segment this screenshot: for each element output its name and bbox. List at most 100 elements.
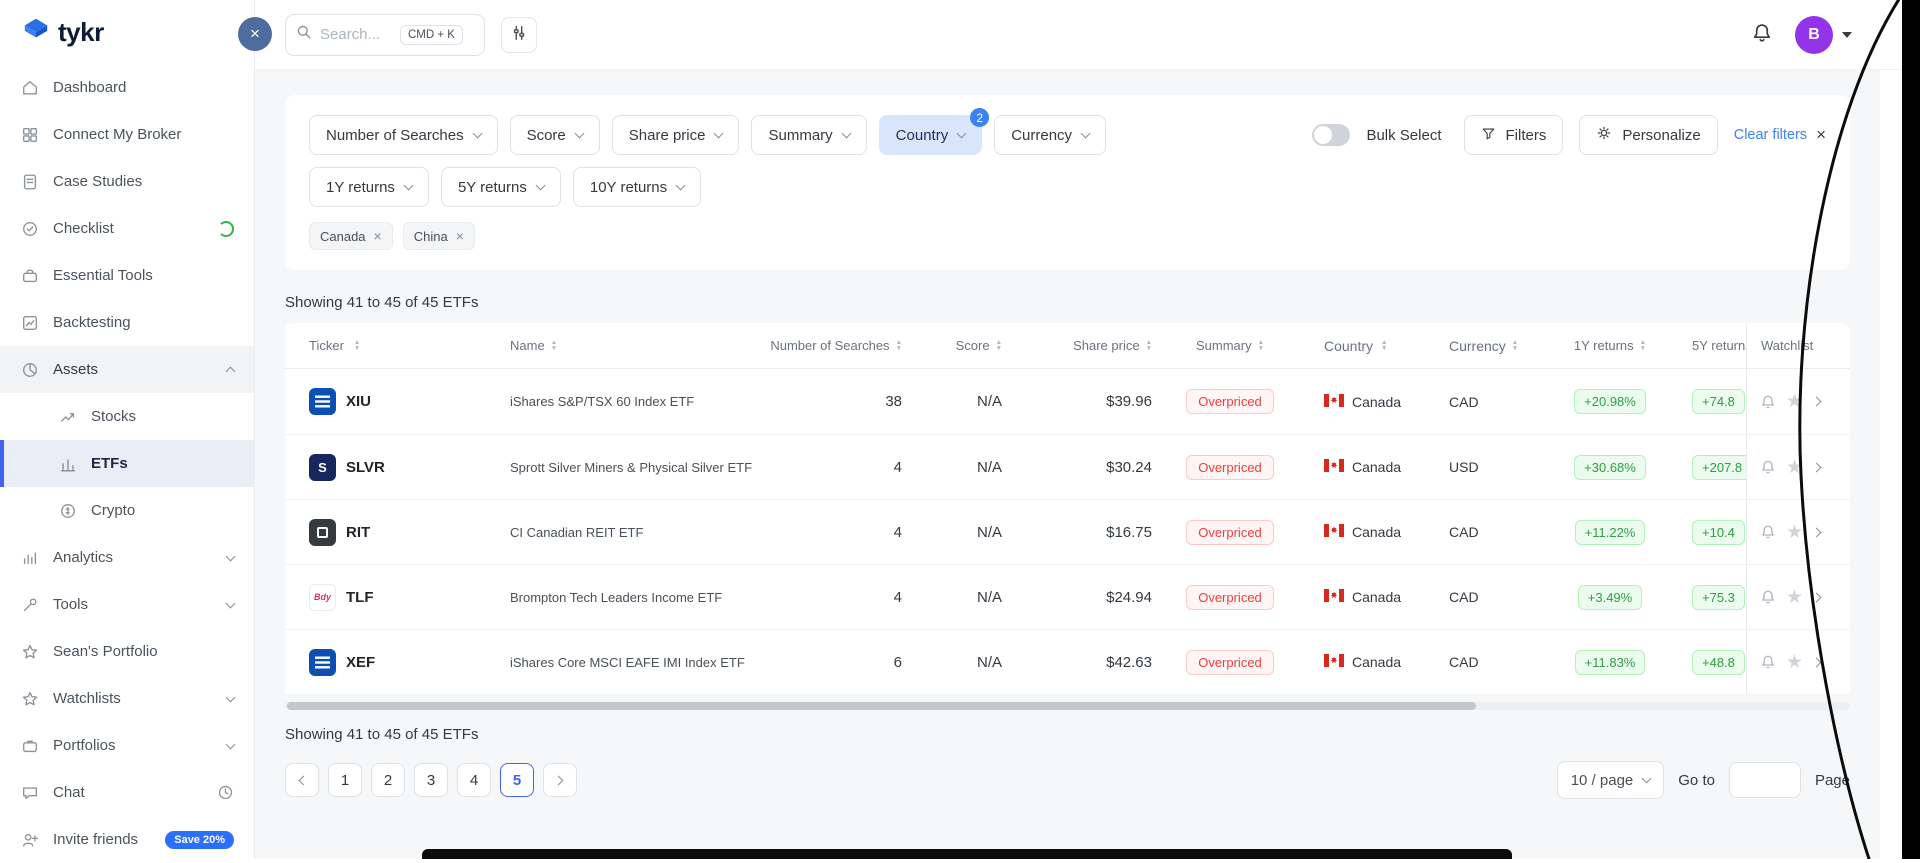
previous-page-button[interactable]	[285, 763, 319, 797]
sidebar-item-invite-friends[interactable]: Invite friends Save 20%	[0, 816, 254, 863]
sort-icon[interactable]: ▲▼	[551, 339, 557, 352]
page-4-button[interactable]: 4	[457, 763, 491, 797]
bulk-select-label: Bulk Select	[1366, 126, 1442, 144]
filter-1y-returns[interactable]: 1Y returns	[309, 167, 429, 207]
column-header-currency[interactable]: Currency ▲ ▼	[1425, 323, 1540, 368]
filter-label: Share price	[628, 126, 706, 144]
active-filter-tag-canada[interactable]: Canada ×	[309, 222, 393, 250]
column-header-summary[interactable]: Summary ▲ ▼	[1160, 323, 1300, 368]
sort-icon[interactable]: ▲▼	[896, 339, 902, 352]
sort-icon[interactable]: ▲▼	[354, 339, 360, 352]
sidebar-item-etfs[interactable]: ETFs	[0, 440, 254, 487]
sidebar-item-chat[interactable]: Chat	[0, 769, 254, 816]
filter-country[interactable]: Country 2	[878, 108, 990, 155]
column-header-score[interactable]: Score ▲ ▼	[910, 323, 1010, 368]
filter-10y-returns[interactable]: 10Y returns	[572, 167, 702, 207]
page-5-button[interactable]: 5	[500, 763, 534, 797]
sidebar-item-label: Essential Tools	[53, 267, 153, 284]
filter-currency[interactable]: Currency	[994, 115, 1107, 155]
sidebar-item-checklist[interactable]: Checklist	[0, 205, 254, 252]
close-icon[interactable]: ×	[374, 228, 382, 244]
alert-bell-icon[interactable]	[1760, 459, 1776, 475]
row-expand-chevron-icon[interactable]	[1811, 462, 1822, 472]
chevron-up-icon	[225, 364, 236, 377]
sidebar-item-crypto[interactable]: Crypto	[0, 487, 254, 534]
table-row[interactable]: XEF iShares Core MSCI EAFE IMI Index ETF…	[285, 629, 1850, 694]
filter-score[interactable]: Score	[509, 115, 600, 155]
sidebar-item-stocks[interactable]: Stocks	[0, 393, 254, 440]
alert-bell-icon[interactable]	[1760, 524, 1776, 540]
chat-bubble-icon	[20, 783, 40, 803]
close-icon[interactable]: ×	[456, 228, 464, 244]
row-expand-chevron-icon[interactable]	[1811, 396, 1822, 407]
alert-bell-icon[interactable]	[1760, 394, 1776, 410]
scrollbar-thumb[interactable]	[287, 702, 1477, 710]
next-page-button[interactable]	[543, 763, 577, 797]
column-header-1y-returns[interactable]: 1Y returns ▲ ▼	[1540, 323, 1680, 368]
column-header-name[interactable]: Name ▲ ▼	[470, 323, 760, 368]
sidebar-item-backtesting[interactable]: Backtesting	[0, 299, 254, 346]
sort-icon[interactable]: ▲▼	[1512, 339, 1518, 352]
collapse-sidebar-button[interactable]: ×	[238, 17, 272, 51]
notifications-button[interactable]	[1751, 22, 1773, 47]
search-input[interactable]	[320, 26, 392, 43]
table-row[interactable]: Bdy TLF Brompton Tech Leaders Income ETF …	[285, 564, 1850, 629]
sidebar-item-connect-my-broker[interactable]: Connect My Broker	[0, 111, 254, 158]
sort-icon[interactable]: ▲▼	[1381, 339, 1387, 352]
clear-filters-button[interactable]: Clear filters ×	[1734, 125, 1826, 145]
column-header-number-of-searches[interactable]: Number of Searches ▲ ▼	[760, 323, 910, 368]
sidebar-item-analytics[interactable]: Analytics	[0, 534, 254, 581]
sort-icon[interactable]: ▲▼	[1258, 339, 1264, 352]
watchlist-star-icon[interactable]: ★	[1786, 523, 1803, 542]
sidebar-item-watchlists[interactable]: Watchlists	[0, 675, 254, 722]
table-row[interactable]: S SLVR Sprott Silver Miners & Physical Si…	[285, 434, 1850, 499]
page-size-select[interactable]: 10 / page	[1556, 761, 1665, 799]
sidebar-item-tools[interactable]: Tools	[0, 581, 254, 628]
chevron-down-icon	[225, 551, 236, 561]
personalize-button[interactable]: Personalize	[1579, 115, 1718, 155]
watchlist-star-icon[interactable]: ★	[1786, 458, 1803, 477]
sidebar-item-portfolios[interactable]: Portfolios	[0, 722, 254, 769]
horizontal-scrollbar[interactable]	[285, 702, 1850, 710]
column-header-country[interactable]: Country ▲ ▼	[1300, 323, 1425, 368]
page-1-button[interactable]: 1	[328, 763, 362, 797]
user-menu[interactable]: B	[1795, 15, 1852, 54]
bulk-select-toggle[interactable]	[1312, 124, 1351, 146]
column-settings-button[interactable]	[501, 16, 537, 53]
avatar[interactable]: B	[1795, 15, 1833, 54]
filter-label: Score	[526, 126, 566, 144]
page-2-button[interactable]: 2	[371, 763, 405, 797]
table-row[interactable]: XIU iShares S&P/TSX 60 Index ETF 38 N/A …	[285, 369, 1850, 434]
watchlist-star-icon[interactable]: ★	[1786, 588, 1803, 607]
filters-button[interactable]: Filters	[1463, 115, 1564, 155]
row-expand-chevron-icon[interactable]	[1811, 592, 1822, 602]
row-expand-chevron-icon[interactable]	[1811, 527, 1822, 537]
watchlist-star-icon[interactable]: ★	[1786, 392, 1803, 411]
alert-bell-icon[interactable]	[1760, 654, 1776, 670]
filter-number-of-searches[interactable]: Number of Searches	[309, 115, 498, 155]
goto-page-input[interactable]	[1728, 762, 1801, 798]
row-expand-chevron-icon[interactable]	[1811, 657, 1822, 667]
watchlist-star-icon[interactable]: ★	[1786, 653, 1803, 672]
chevron-down-icon	[675, 180, 686, 191]
filter-share-price[interactable]: Share price	[611, 115, 740, 155]
brand-logo[interactable]: tykr	[0, 0, 254, 64]
filter-5y-returns[interactable]: 5Y returns	[440, 167, 561, 207]
column-header-ticker[interactable]: Ticker ▲ ▼	[285, 323, 470, 368]
sidebar-item-seans-portfolio[interactable]: Sean's Portfolio	[0, 628, 254, 675]
sidebar-item-assets[interactable]: Assets	[0, 346, 254, 393]
filter-summary[interactable]: Summary	[751, 115, 867, 155]
column-header-share-price[interactable]: Share price ▲ ▼	[1010, 323, 1160, 368]
chevron-down-icon	[535, 180, 546, 191]
active-filter-tag-china[interactable]: China ×	[402, 222, 475, 250]
sidebar-item-essential-tools[interactable]: Essential Tools	[0, 252, 254, 299]
global-search[interactable]: CMD + K	[285, 13, 485, 56]
sort-icon[interactable]: ▲▼	[1146, 339, 1152, 352]
sort-icon[interactable]: ▲▼	[996, 339, 1002, 352]
table-row[interactable]: RIT CI Canadian REIT ETF 4 N/A $16.75 Ov…	[285, 499, 1850, 564]
alert-bell-icon[interactable]	[1760, 589, 1776, 605]
sort-icon[interactable]: ▲▼	[1640, 339, 1646, 352]
sidebar-item-case-studies[interactable]: Case Studies	[0, 158, 254, 205]
sidebar-item-dashboard[interactable]: Dashboard	[0, 64, 254, 111]
page-3-button[interactable]: 3	[414, 763, 448, 797]
